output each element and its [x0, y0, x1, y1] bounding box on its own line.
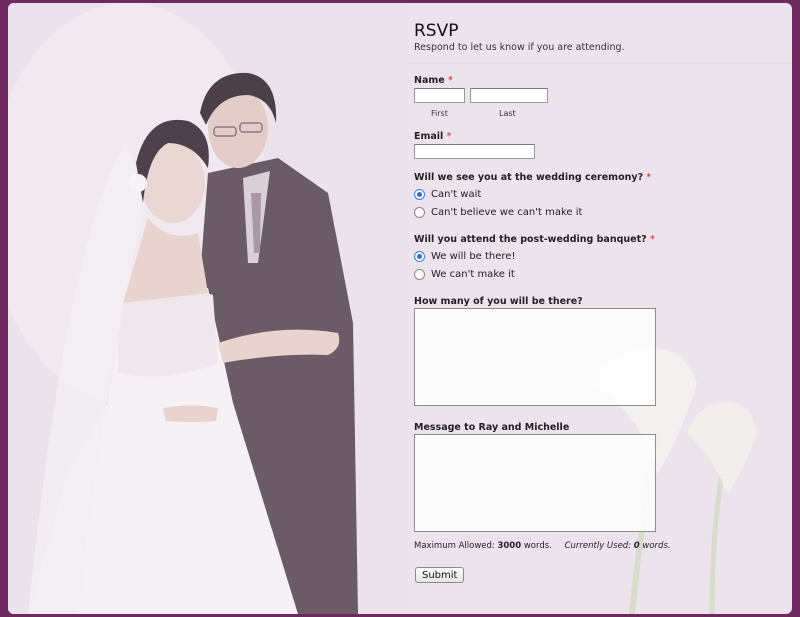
currently-used-prefix: Currently Used:: [564, 541, 632, 551]
ceremony-option-0[interactable]: Can't wait: [414, 187, 481, 201]
name-required-mark: *: [448, 75, 453, 86]
name-label-text: Name: [414, 75, 445, 86]
form-subtitle: Respond to let us know if you are attend…: [414, 42, 625, 53]
email-required-mark: *: [446, 131, 452, 142]
header-divider: [408, 63, 792, 64]
max-allowed-prefix: Maximum Allowed:: [414, 541, 495, 551]
banquet-option-1-label: We can't make it: [431, 268, 515, 280]
guests-textarea[interactable]: [414, 308, 656, 406]
rsvp-form: RSVP Respond to let us know if you are a…: [408, 3, 792, 614]
banquet-option-0-label: We will be there!: [431, 250, 516, 262]
banquet-question-text: Will you attend the post-wedding banquet…: [414, 234, 647, 245]
name-label: Name *: [414, 75, 453, 86]
last-name-input[interactable]: [470, 88, 548, 103]
banquet-required-mark: *: [649, 234, 655, 245]
ceremony-question-label: Will we see you at the wedding ceremony?…: [414, 172, 651, 183]
radio-checked-icon[interactable]: [414, 188, 425, 200]
form-title: RSVP: [414, 21, 459, 41]
banquet-option-0[interactable]: We will be there!: [414, 249, 515, 263]
currently-used-suffix: words.: [642, 541, 671, 551]
email-field[interactable]: [414, 144, 535, 159]
currently-used-value: 0: [633, 541, 640, 551]
ceremony-option-1[interactable]: Can't believe we can't make it: [414, 205, 582, 219]
guests-question-label: How many of you will be there?: [414, 296, 583, 307]
max-allowed-suffix: words.: [523, 541, 552, 551]
email-label-text: Email: [414, 131, 444, 142]
last-name-sublabel: Last: [499, 109, 516, 118]
radio-unchecked-icon[interactable]: [414, 206, 425, 218]
first-name-input[interactable]: [414, 88, 465, 103]
currently-used: Currently Used: 0 words.: [565, 541, 671, 551]
max-allowed-value: 3000: [497, 541, 522, 551]
couple-illustration: [8, 3, 408, 614]
wedding-couple-photo: [8, 3, 408, 614]
ceremony-option-0-label: Can't wait: [431, 188, 482, 200]
first-name-sublabel: First: [431, 109, 448, 118]
submit-button[interactable]: Submit: [415, 567, 465, 583]
radio-checked-icon[interactable]: [414, 250, 425, 262]
email-label: Email *: [414, 131, 451, 142]
ceremony-required-mark: *: [646, 172, 652, 183]
page-frame: RSVP Respond to let us know if you are a…: [8, 3, 792, 614]
radio-unchecked-icon[interactable]: [414, 268, 425, 280]
banquet-question-label: Will you attend the post-wedding banquet…: [414, 234, 655, 245]
banquet-option-1[interactable]: We can't make it: [414, 267, 515, 281]
message-textarea[interactable]: [414, 434, 656, 532]
word-counter: Maximum Allowed: 3000 words. Currently U…: [414, 541, 671, 551]
message-label: Message to Ray and Michelle: [414, 422, 570, 433]
ceremony-question-text: Will we see you at the wedding ceremony?: [414, 172, 644, 183]
ceremony-option-1-label: Can't believe we can't make it: [431, 206, 583, 218]
